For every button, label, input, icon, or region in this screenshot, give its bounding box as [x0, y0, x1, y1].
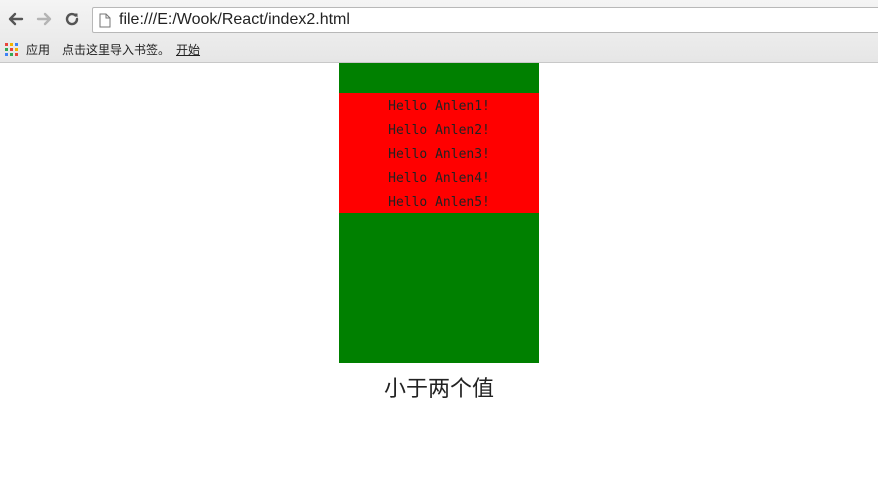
apps-grid-icon: [5, 43, 18, 56]
outer-green-box: Hello Anlen1! Hello Anlen2! Hello Anlen3…: [339, 63, 539, 363]
bookmark-import-link[interactable]: 点击这里导入书签。: [62, 41, 170, 58]
hello-line: Hello Anlen2!: [388, 123, 490, 138]
reload-button[interactable]: [61, 8, 83, 30]
inner-red-box: Hello Anlen1! Hello Anlen2! Hello Anlen3…: [339, 93, 539, 213]
bookmark-apps[interactable]: 应用: [5, 41, 50, 58]
back-arrow-icon: [8, 12, 24, 26]
reload-icon: [65, 12, 79, 26]
address-bar[interactable]: file:///E:/Wook/React/index2.html: [92, 7, 878, 33]
forward-arrow-icon: [36, 12, 52, 26]
bookmark-apps-label: 应用: [26, 43, 51, 57]
page-content: Hello Anlen1! Hello Anlen2! Hello Anlen3…: [0, 63, 878, 479]
caption-text: 小于两个值: [383, 377, 494, 402]
page-icon: [99, 13, 111, 28]
hello-line: Hello Anlen4!: [388, 171, 490, 186]
back-button[interactable]: [5, 8, 27, 30]
browser-toolbar: file:///E:/Wook/React/index2.html: [0, 4, 878, 36]
hello-line: Hello Anlen3!: [388, 147, 490, 162]
bookmarks-bar: 应用 点击这里导入书签。 开始: [0, 38, 878, 60]
forward-button[interactable]: [33, 8, 55, 30]
url-text[interactable]: file:///E:/Wook/React/index2.html: [119, 11, 350, 29]
hello-line: Hello Anlen1!: [388, 99, 490, 114]
bookmark-start-link[interactable]: 开始: [176, 41, 200, 58]
hello-line: Hello Anlen5!: [388, 195, 490, 210]
browser-chrome: file:///E:/Wook/React/index2.html 应用 点击这…: [0, 0, 878, 63]
